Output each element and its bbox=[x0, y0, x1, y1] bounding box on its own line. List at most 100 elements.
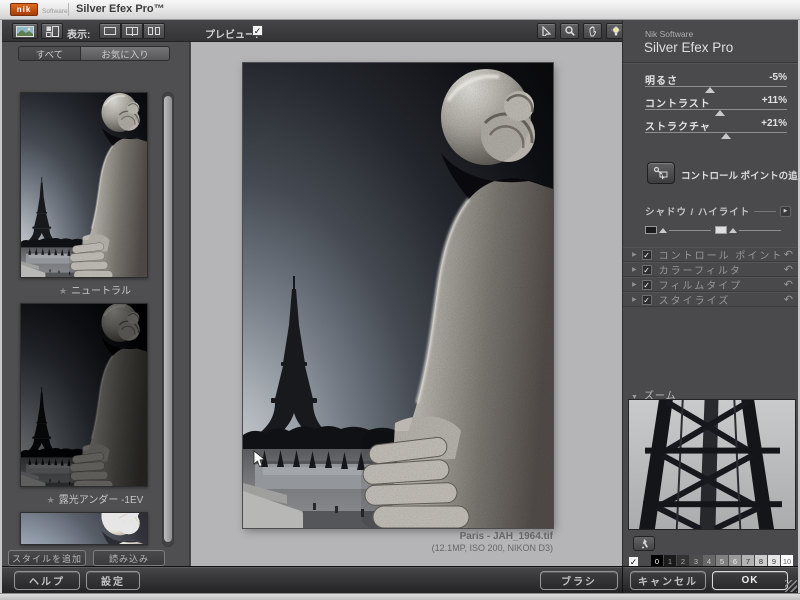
select-tool-button[interactable] bbox=[537, 23, 556, 39]
grid-view-button[interactable] bbox=[41, 23, 63, 39]
cancel-button[interactable]: キャンセル bbox=[630, 571, 706, 590]
tab-favorites[interactable]: お気に入り bbox=[81, 47, 169, 60]
grid-view-icon bbox=[46, 26, 59, 37]
preset-scrollbar-thumb[interactable] bbox=[164, 96, 172, 542]
titlebar-divider bbox=[68, 3, 69, 16]
control-point-icon bbox=[653, 166, 669, 180]
image-browser-button[interactable] bbox=[12, 23, 38, 39]
help-button[interactable]: ヘルプ bbox=[14, 571, 80, 590]
star-icon[interactable]: ★ bbox=[47, 495, 55, 505]
mouse-cursor-icon bbox=[253, 450, 266, 468]
structure-track[interactable] bbox=[645, 132, 787, 133]
loupe-pin-button[interactable] bbox=[633, 536, 655, 551]
highlight-swatch bbox=[715, 226, 727, 234]
resize-grip[interactable] bbox=[785, 580, 797, 592]
nik-logo-subtext: Software bbox=[42, 8, 68, 15]
app-window: nik Software Silver Efex Pro™ 表示: bbox=[0, 0, 800, 600]
preview-canvas: Paris - JAH_1964.tif (12.1MP, ISO 200, N… bbox=[191, 42, 622, 566]
shadow-slider bbox=[645, 226, 711, 234]
shadow-highlight-header: シャドウ / ハイライト ▶ bbox=[645, 204, 791, 218]
panel-divider bbox=[623, 62, 800, 64]
cursor-arrow-icon bbox=[542, 26, 551, 36]
main-preview-image[interactable] bbox=[243, 63, 553, 528]
add-control-point-label: コントロール ポイントの追加 bbox=[681, 168, 800, 182]
section-label: スタイライズ bbox=[659, 292, 784, 307]
image-thumbnail-icon bbox=[16, 26, 34, 37]
section-film-type[interactable]: ▶ ✓ フィルムタイプ ↶ bbox=[623, 277, 800, 292]
section-checkbox[interactable]: ✓ bbox=[642, 295, 652, 305]
preset-tabs: すべて お気に入り bbox=[18, 46, 170, 61]
section-stylize[interactable]: ▶ ✓ スタイライズ ↶ bbox=[623, 292, 800, 307]
import-button[interactable]: 読み込み bbox=[93, 550, 165, 566]
brand-large: Silver Efex Pro bbox=[644, 40, 733, 55]
contrast-handle[interactable] bbox=[715, 110, 725, 116]
preset-thumbnail-partial[interactable] bbox=[20, 512, 148, 545]
contrast-slider: コントラスト +11% bbox=[645, 95, 787, 117]
window-left-edge bbox=[0, 20, 2, 593]
brand-small: Nik Software bbox=[645, 29, 693, 39]
pan-tool-button[interactable] bbox=[583, 23, 602, 39]
image-caption: Paris - JAH_1964.tif (12.1MP, ISO 200, N… bbox=[243, 531, 553, 553]
main-toolbar: 表示: プレビュー: ✓ bbox=[0, 20, 622, 42]
ok-button[interactable]: OK bbox=[712, 571, 788, 590]
structure-label: ストラクチャ bbox=[645, 118, 711, 133]
view-split-button[interactable] bbox=[121, 23, 143, 39]
magnifier-icon bbox=[565, 26, 575, 36]
footer-bar: ヘルプ 設定 ブラシ キャンセル OK bbox=[0, 566, 800, 593]
nik-logo: nik bbox=[10, 3, 38, 16]
settings-button[interactable]: 設定 bbox=[86, 571, 140, 590]
reset-icon[interactable]: ↶ bbox=[784, 248, 793, 261]
expand-arrow-icon[interactable]: ▶ bbox=[632, 266, 637, 273]
preset-thumbnail-neutral[interactable] bbox=[20, 92, 148, 278]
preset-thumbnail-underexposure[interactable] bbox=[20, 303, 148, 487]
brush-button[interactable]: ブラシ bbox=[540, 571, 618, 590]
section-checkbox[interactable]: ✓ bbox=[642, 280, 652, 290]
highlight-track[interactable] bbox=[739, 230, 781, 231]
shadow-track[interactable] bbox=[669, 230, 711, 231]
star-icon[interactable]: ★ bbox=[59, 286, 67, 296]
brightness-track[interactable] bbox=[645, 86, 787, 87]
preview-checkbox[interactable]: ✓ bbox=[252, 25, 263, 36]
window-title: Silver Efex Pro™ bbox=[76, 3, 165, 15]
view-sidebyside-button[interactable] bbox=[143, 23, 165, 39]
structure-slider: ストラクチャ +21% bbox=[645, 118, 787, 140]
reset-icon[interactable]: ↶ bbox=[784, 278, 793, 291]
expand-arrow-icon[interactable]: ▶ bbox=[632, 251, 637, 258]
image-metadata: (12.1MP, ISO 200, NIKON D3) bbox=[243, 543, 553, 553]
shadow-highlight-expand-button[interactable]: ▶ bbox=[780, 206, 791, 217]
expand-arrow-icon[interactable]: ▶ bbox=[632, 281, 637, 288]
brightness-handle[interactable] bbox=[705, 87, 715, 93]
section-checkbox[interactable]: ✓ bbox=[642, 265, 652, 275]
zoom-tool-button[interactable] bbox=[560, 23, 579, 39]
reset-icon[interactable]: ↶ bbox=[784, 293, 793, 306]
preview-label: プレビュー: bbox=[205, 26, 258, 41]
expand-arrow-icon[interactable]: ▶ bbox=[632, 296, 637, 303]
window-bottom-edge bbox=[0, 593, 800, 600]
tab-all[interactable]: すべて bbox=[19, 47, 81, 60]
shadow-swatch bbox=[645, 226, 657, 234]
adjustments-panel: Nik Software Silver Efex Pro 明るさ -5% コント… bbox=[622, 20, 800, 566]
section-checkbox[interactable]: ✓ bbox=[642, 250, 652, 260]
presets-panel: すべて お気に入り ★ニュートラル ★露光アンダー -1EV スタイルを追加 読… bbox=[0, 42, 190, 566]
add-style-button[interactable]: スタイルを追加 bbox=[8, 550, 86, 566]
view-split-icon bbox=[126, 27, 138, 35]
reset-icon[interactable]: ↶ bbox=[784, 263, 793, 276]
structure-handle[interactable] bbox=[721, 133, 731, 139]
shadow-handle[interactable] bbox=[659, 228, 667, 233]
footer-divider bbox=[622, 567, 623, 594]
contrast-value: +11% bbox=[762, 95, 787, 106]
section-control-points[interactable]: ▶ ✓ コントロール ポイント ↶ bbox=[623, 247, 800, 262]
highlight-slider bbox=[715, 226, 781, 234]
section-color-filter[interactable]: ▶ ✓ カラーフィルタ ↶ bbox=[623, 262, 800, 277]
brightness-value: -5% bbox=[769, 72, 787, 83]
highlight-handle[interactable] bbox=[729, 228, 737, 233]
add-control-point-button[interactable] bbox=[647, 162, 675, 184]
view-single-button[interactable] bbox=[99, 23, 121, 39]
hand-icon bbox=[588, 26, 598, 37]
brightness-slider: 明るさ -5% bbox=[645, 72, 787, 94]
zone-checkbox[interactable]: ✓ bbox=[628, 556, 639, 567]
view-label: 表示: bbox=[67, 26, 90, 41]
section-label: フィルムタイプ bbox=[659, 277, 784, 292]
preset-scrollbar-track[interactable] bbox=[162, 92, 174, 547]
section-label: カラーフィルタ bbox=[659, 262, 784, 277]
